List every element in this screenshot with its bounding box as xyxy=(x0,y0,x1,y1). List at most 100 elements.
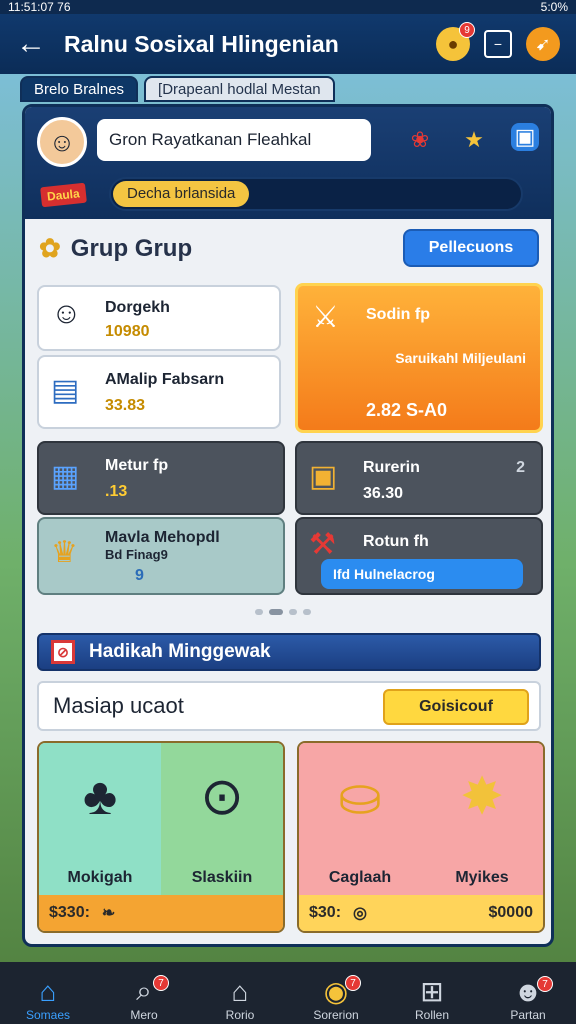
card-rurerin[interactable]: ▣ Rurerin 2 36.30 xyxy=(295,441,543,515)
name-field[interactable] xyxy=(97,119,371,161)
leaf-icon: ❧ xyxy=(101,905,116,922)
shop-item-name: Slaskiin xyxy=(191,869,253,886)
nav-badge: 7 xyxy=(153,975,169,991)
tab-bar: Brelo Bralnes [Drapeanl hodlal Mestan xyxy=(20,76,335,102)
shell-icon: ♛ xyxy=(51,536,78,569)
header-icons: ❀ ★ ▣ xyxy=(403,123,539,157)
card-rotun[interactable]: ⚒ Rotun fh Ifd Hulnelacrog xyxy=(295,517,543,595)
tab-first[interactable]: Brelo Bralnes xyxy=(20,76,139,102)
star-icon[interactable]: ★ xyxy=(457,123,491,157)
nav-compass[interactable]: ◉ 7 Sorerion xyxy=(293,975,379,1022)
nav-home[interactable]: ⌂ Somaes xyxy=(5,976,91,1022)
minimize-icon[interactable]: − xyxy=(484,30,512,58)
nav-label: Rorio xyxy=(225,1008,255,1022)
shop-price: $330: xyxy=(49,904,90,921)
nav-label: Partan xyxy=(510,1008,546,1022)
back-arrow-icon[interactable]: ← xyxy=(16,27,56,61)
card-sub: Bd Finag9 xyxy=(105,547,168,562)
coin-pile-icon: ⛀ xyxy=(338,768,382,826)
compass-icon: ◉ xyxy=(323,976,349,1007)
shop-price-secondary: $0000 xyxy=(488,904,534,921)
card-value: 9 xyxy=(135,567,144,584)
card-fabsarn[interactable]: ▤ AMalip Fabsarn 33.83 xyxy=(37,355,281,429)
card-label: Rurerin xyxy=(363,459,420,476)
card-sub: Saruikahl Miljeulani xyxy=(395,350,526,366)
chest-icon: ▣ xyxy=(309,460,338,493)
no-ad-icon: ⊘ xyxy=(51,640,75,664)
claim-button[interactable]: Goisicouf xyxy=(383,689,529,725)
shop-card-left[interactable]: ♣ Mokigah ⊙ Slaskiin $330: ❧ xyxy=(37,741,285,933)
hero-icon: ☺ xyxy=(51,297,82,330)
nav-house[interactable]: ⌂ Rorio xyxy=(197,976,283,1022)
card-label: Dorgekh xyxy=(105,299,170,316)
shop-item-name: Myikes xyxy=(455,869,509,886)
nav-profile[interactable]: ☻ 7 Partan xyxy=(485,976,571,1022)
status-pill-label: Decha brlansida xyxy=(113,181,250,207)
grid-icon: ⊞ xyxy=(420,976,444,1007)
shop-item[interactable]: ⛀ Caglaah xyxy=(299,743,421,895)
star-badge-icon: ✸ xyxy=(460,768,504,826)
status-pill: Decha brlansida xyxy=(109,177,523,211)
card-value: 2.82 S-A0 xyxy=(366,400,448,420)
card-mavla[interactable]: ♛ Mavla Mehopdl Bd Finag9 9 xyxy=(37,517,285,595)
shop-card-right[interactable]: ⛀ Caglaah ✸ Myikes $30: ◎ $0000 xyxy=(297,741,545,933)
group-title: Grup Grup xyxy=(70,234,193,262)
card-label: AMalip Fabsarn xyxy=(105,371,225,388)
card-metur[interactable]: ▦ Metur fp .13 xyxy=(37,441,285,515)
shop-item[interactable]: ✸ Myikes xyxy=(421,743,543,895)
card-value: 36.30 xyxy=(363,485,404,502)
shop-price: $30: xyxy=(309,904,342,921)
nav-label: Somaes xyxy=(25,1008,71,1022)
tab-second[interactable]: [Drapeanl hodlal Mestan xyxy=(144,76,335,102)
nav-label: Sorerion xyxy=(313,1008,359,1022)
avatar[interactable]: ☺ xyxy=(37,117,87,167)
person-icon: ☻ xyxy=(513,976,543,1007)
card-label: Rotun fh xyxy=(363,533,429,550)
card-value: .13 xyxy=(105,483,128,500)
weekly-title: Hadikah Minggewak xyxy=(89,641,271,662)
safe-icon: ⊙ xyxy=(200,768,244,826)
page-title: Ralnu Sosixal Hlingenian xyxy=(64,30,339,57)
notification-badge: 9 xyxy=(459,22,475,38)
card-profile[interactable]: ☺ Dorgekh 10980 xyxy=(37,285,281,351)
nav-badge: 7 xyxy=(537,976,553,992)
tool-icon: ⚒ xyxy=(309,528,336,561)
ready-bar: Masiap ucaot Goisicouf xyxy=(37,681,541,731)
home-icon: ⌂ xyxy=(39,976,57,1007)
coin-icon: ◎ xyxy=(353,905,367,922)
pin-icon[interactable]: ▣ xyxy=(511,123,539,151)
card-label: Metur fp xyxy=(105,457,169,474)
card-label: Mavla Mehopdl xyxy=(105,529,220,546)
nav-label: Mero xyxy=(130,1008,158,1022)
rotun-action-button[interactable]: Ifd Hulnelacrog xyxy=(321,559,523,589)
rocket-icon[interactable]: ➹ xyxy=(526,27,560,61)
card-value: 33.83 xyxy=(105,397,146,414)
search-icon: ⌕ xyxy=(136,975,152,1006)
coin-notification-icon[interactable]: ● 9 xyxy=(436,22,475,61)
card-value: 10980 xyxy=(105,323,150,340)
house-icon: ⌂ xyxy=(231,976,249,1007)
profile-header: ☺ ❀ ★ ▣ Daula Decha brlansida xyxy=(25,107,551,219)
nav-grid[interactable]: ⊞ Rollen xyxy=(389,975,475,1022)
collections-button[interactable]: Pellecuons xyxy=(403,229,539,267)
coin-sword-icon: ⚔ xyxy=(312,301,339,334)
main-panel: ☺ ❀ ★ ▣ Daula Decha brlansida ✿ Grup Gru… xyxy=(22,104,554,947)
shop-footer: $330: ❧ xyxy=(39,895,283,931)
group-icon: ✿ xyxy=(39,233,61,263)
shop-item[interactable]: ♣ Mokigah xyxy=(39,743,161,895)
book-icon: ▤ xyxy=(51,374,80,407)
nav-label: Rollen xyxy=(414,1008,450,1022)
plant-crate-icon: ♣ xyxy=(82,768,118,826)
bottom-nav: ⌂ Somaes ⌕ 7 Mero ⌂ Rorio ◉ 7 Sorerion ⊞… xyxy=(0,962,576,1024)
status-time: 11:51:07 76 xyxy=(8,0,71,14)
card-label: Sodin fp xyxy=(366,306,430,323)
app-bar: ← Ralnu Sosixal Hlingenian ● 9 − ➹ xyxy=(0,14,576,74)
gift-icon[interactable]: ❀ xyxy=(403,123,437,157)
shop-item[interactable]: ⊙ Slaskiin xyxy=(161,743,283,895)
pager-dots[interactable] xyxy=(255,609,311,615)
machine-icon: ▦ xyxy=(51,460,80,493)
status-battery: 5:0% xyxy=(540,0,568,14)
nav-search[interactable]: ⌕ 7 Mero xyxy=(101,975,187,1022)
card-featured[interactable]: ⚔ Sodin fp Saruikahl Miljeulani 2.82 S-A… xyxy=(295,283,543,433)
status-bar: 11:51:07 76 5:0% xyxy=(0,0,576,14)
